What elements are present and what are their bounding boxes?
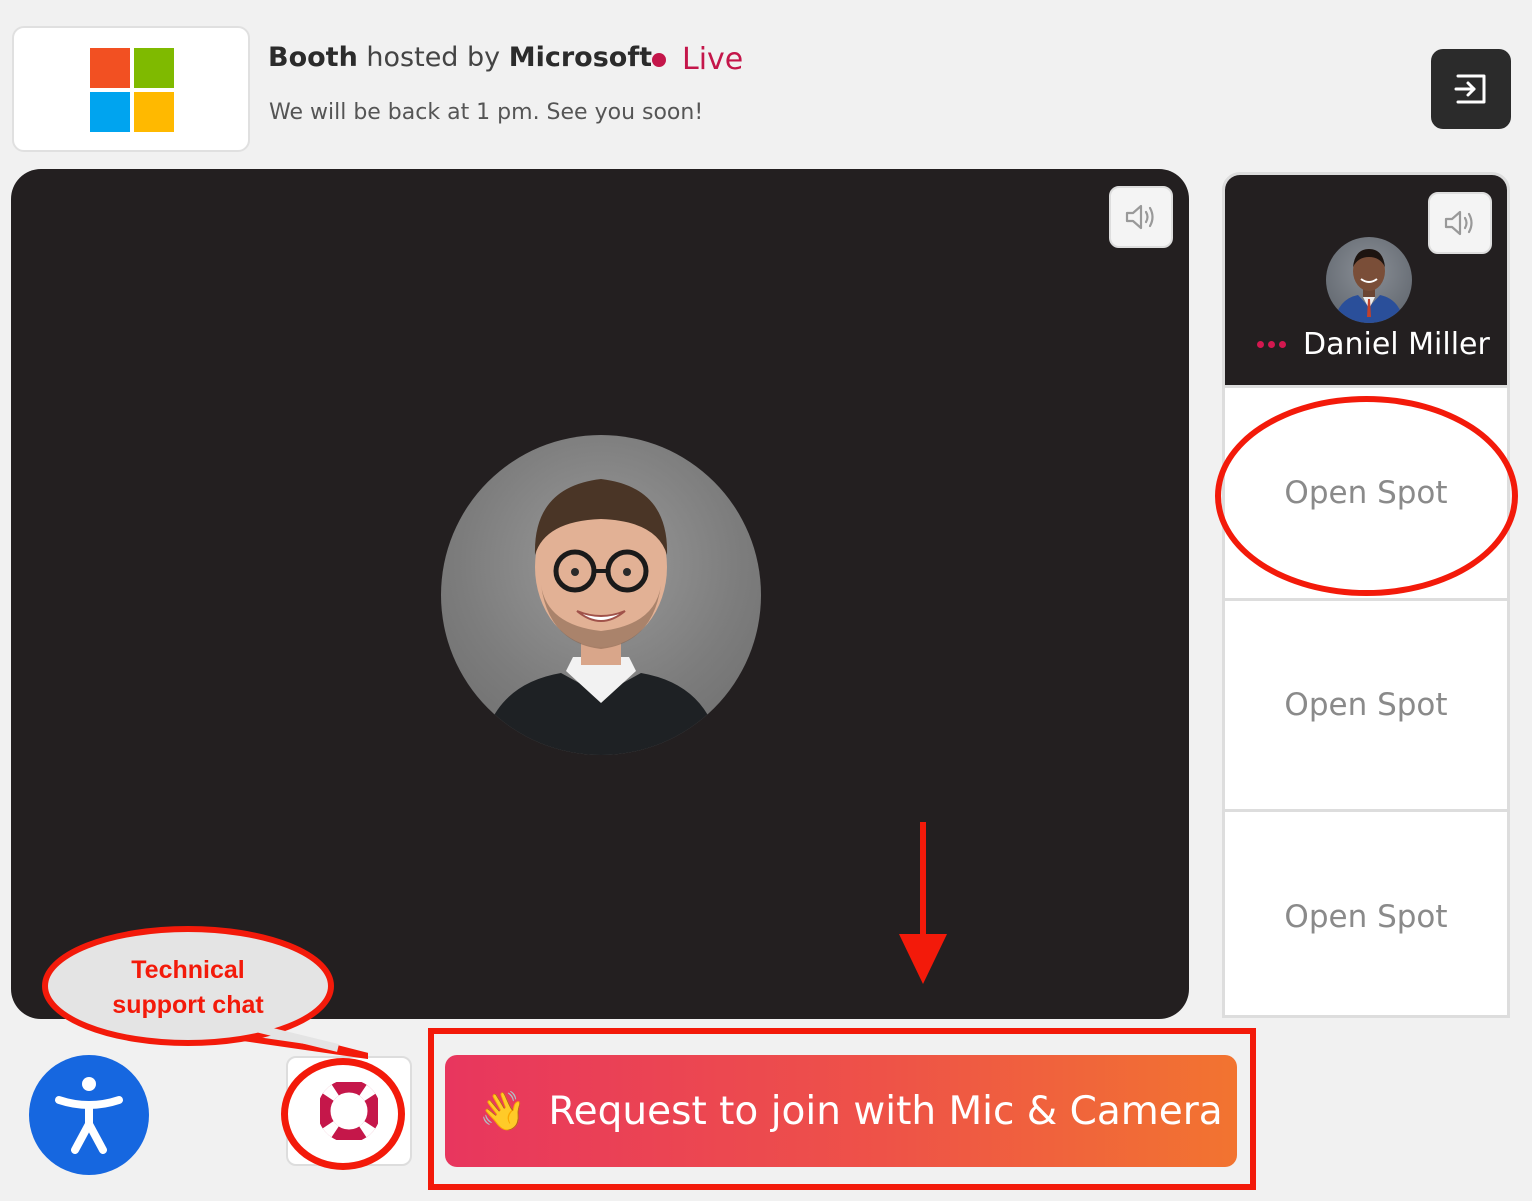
booth-title: Booth hosted by Microsoft — [268, 42, 652, 73]
host-volume-button[interactable] — [1428, 192, 1492, 254]
speech-bubble-text: Technical support chat — [62, 953, 314, 1023]
booth-word: Booth — [268, 42, 358, 73]
microsoft-logo — [90, 48, 176, 134]
volume-icon — [1444, 210, 1473, 236]
exit-booth-button[interactable] — [1431, 49, 1511, 129]
host-options-dots-icon[interactable] — [1257, 341, 1286, 348]
open-spot-2[interactable]: Open Spot — [1225, 598, 1507, 809]
live-indicator: Live — [652, 42, 743, 77]
hosted-by-text: hosted by — [366, 42, 501, 73]
accessibility-button[interactable] — [29, 1055, 149, 1175]
annotation-arrow-shaft — [920, 822, 926, 940]
exit-icon — [1454, 74, 1486, 104]
presenter-avatar — [441, 435, 761, 755]
live-label: Live — [682, 42, 744, 77]
bubble-line-2: support chat — [112, 991, 264, 1019]
main-video-stage — [11, 169, 1189, 1019]
company-name: Microsoft — [508, 42, 653, 73]
stage-volume-button[interactable] — [1109, 186, 1173, 248]
support-button-highlight — [281, 1058, 405, 1170]
booth-logo-card — [12, 26, 250, 152]
accessibility-icon — [55, 1077, 123, 1154]
annotation-arrow-head-icon — [899, 934, 947, 984]
host-avatar — [1326, 237, 1412, 323]
live-dot-icon — [652, 52, 666, 67]
booth-status-message: We will be back at 1 pm. See you soon! — [269, 100, 704, 125]
host-tile: Daniel Miller — [1225, 175, 1507, 385]
host-name: Daniel Miller — [1303, 327, 1490, 362]
open-spot-highlight — [1215, 396, 1518, 596]
open-spot-3[interactable]: Open Spot — [1225, 809, 1507, 1015]
bubble-line-1: Technical — [131, 956, 245, 984]
join-button-highlight — [428, 1028, 1256, 1190]
volume-icon — [1125, 204, 1154, 230]
